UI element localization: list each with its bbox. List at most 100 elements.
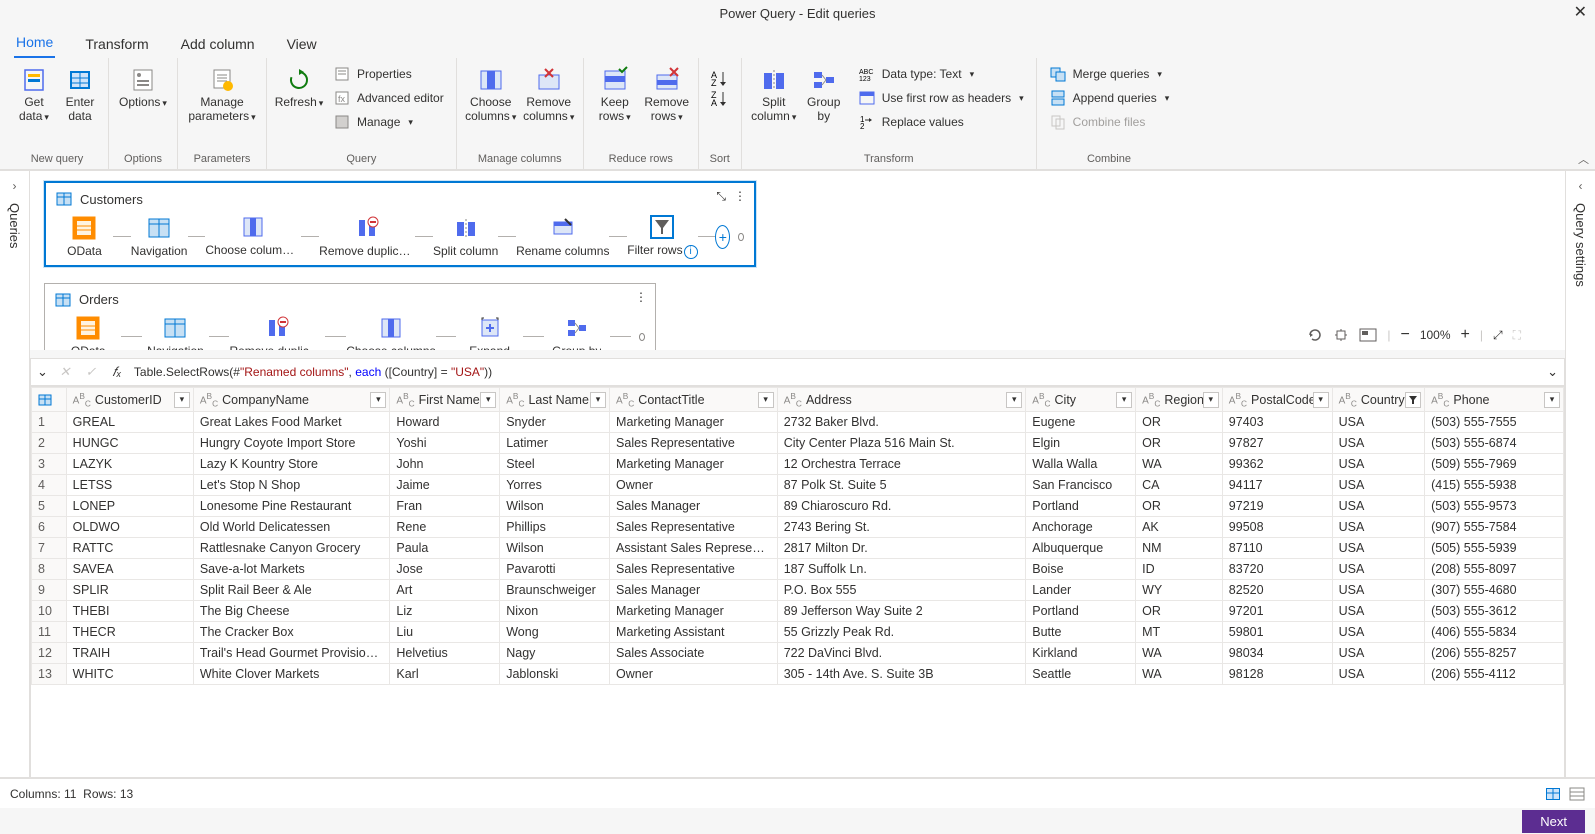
reset-view-button[interactable] xyxy=(1307,327,1323,343)
cell[interactable]: 305 - 14th Ave. S. Suite 3B xyxy=(777,664,1026,685)
cell[interactable]: Eugene xyxy=(1026,412,1136,433)
cell[interactable]: Wong xyxy=(500,622,610,643)
cell[interactable]: P.O. Box 555 xyxy=(777,580,1026,601)
cell[interactable]: Albuquerque xyxy=(1026,538,1136,559)
cell[interactable]: Latimer xyxy=(500,433,610,454)
cell[interactable]: Butte xyxy=(1026,622,1136,643)
cell[interactable]: TRAIH xyxy=(66,643,193,664)
window-close-button[interactable]: ✕ xyxy=(1574,2,1587,22)
cell[interactable]: USA xyxy=(1332,580,1424,601)
cell[interactable]: Snyder xyxy=(500,412,610,433)
cell[interactable]: USA xyxy=(1332,454,1424,475)
cell[interactable]: Walla Walla xyxy=(1026,454,1136,475)
minimize-diagram-button[interactable]: ⤢ xyxy=(1493,328,1503,343)
table-row[interactable]: 2HUNGCHungry Coyote Import StoreYoshiLat… xyxy=(32,433,1564,454)
step-odata[interactable]: OData xyxy=(55,316,121,351)
cell[interactable]: OR xyxy=(1136,412,1223,433)
group-by-button[interactable]: Group by xyxy=(802,62,846,151)
cell[interactable]: Wilson xyxy=(500,496,610,517)
properties-button[interactable]: Properties xyxy=(327,62,450,86)
step-navigation[interactable]: Navigation xyxy=(142,316,208,351)
replace-values-button[interactable]: 12Replace values xyxy=(852,110,1030,134)
cell[interactable]: Jose xyxy=(390,559,500,580)
table-row[interactable]: 13WHITCWhite Clover MarketsKarlJablonski… xyxy=(32,664,1564,685)
cell[interactable]: 82520 xyxy=(1222,580,1332,601)
tab-home[interactable]: Home xyxy=(14,28,55,58)
step-remove-duplicat-[interactable]: Remove duplicat… xyxy=(319,216,415,258)
table-row[interactable]: 10THEBIThe Big CheeseLizNixonMarketing M… xyxy=(32,601,1564,622)
cell[interactable]: 2817 Milton Dr. xyxy=(777,538,1026,559)
cell[interactable]: 97827 xyxy=(1222,433,1332,454)
cell[interactable]: GREAL xyxy=(66,412,193,433)
cell[interactable]: Kirkland xyxy=(1026,643,1136,664)
cell[interactable]: LAZYK xyxy=(66,454,193,475)
row-header-corner[interactable] xyxy=(32,388,67,412)
cell[interactable]: (206) 555-4112 xyxy=(1425,664,1564,685)
column-filter-button[interactable]: ▾ xyxy=(480,392,496,408)
cell[interactable]: OR xyxy=(1136,601,1223,622)
column-filter-button[interactable]: ▾ xyxy=(370,392,386,408)
cell[interactable]: CA xyxy=(1136,475,1223,496)
step-rename-columns[interactable]: Rename columns xyxy=(516,216,609,258)
cell[interactable]: WA xyxy=(1136,643,1223,664)
cell[interactable]: 55 Grizzly Peak Rd. xyxy=(777,622,1026,643)
table-row[interactable]: 1GREALGreat Lakes Food MarketHowardSnyde… xyxy=(32,412,1564,433)
cell[interactable]: WHITC xyxy=(66,664,193,685)
table-row[interactable]: 3LAZYKLazy K Kountry StoreJohnSteelMarke… xyxy=(32,454,1564,475)
cell[interactable]: (907) 555-7584 xyxy=(1425,517,1564,538)
cell[interactable]: Sales Associate xyxy=(610,643,778,664)
ribbon-collapse-button[interactable]: ︿ xyxy=(1578,151,1589,167)
cell[interactable]: 87 Polk St. Suite 5 xyxy=(777,475,1026,496)
cell[interactable]: Sales Representative xyxy=(610,433,778,454)
cell[interactable]: Karl xyxy=(390,664,500,685)
queries-panel-collapsed[interactable]: › Queries xyxy=(0,170,30,778)
step-remove-duplicat-[interactable]: Remove duplicat… xyxy=(229,316,325,351)
cell[interactable]: OR xyxy=(1136,433,1223,454)
cell[interactable]: 2732 Baker Blvd. xyxy=(777,412,1026,433)
table-row[interactable]: 8SAVEASave-a-lot MarketsJosePavarottiSal… xyxy=(32,559,1564,580)
cell[interactable]: Marketing Manager xyxy=(610,412,778,433)
cell[interactable]: Nagy xyxy=(500,643,610,664)
cell[interactable]: Owner xyxy=(610,475,778,496)
cell[interactable]: (208) 555-8097 xyxy=(1425,559,1564,580)
cell[interactable]: USA xyxy=(1332,538,1424,559)
cell[interactable]: 187 Suffolk Ln. xyxy=(777,559,1026,580)
fullscreen-step-button[interactable] xyxy=(1359,328,1377,342)
cell[interactable]: Rene xyxy=(390,517,500,538)
cell[interactable]: 12 Orchestra Terrace xyxy=(777,454,1026,475)
cell[interactable]: Marketing Assistant xyxy=(610,622,778,643)
cell[interactable]: Sales Manager xyxy=(610,496,778,517)
cell[interactable]: 97403 xyxy=(1222,412,1332,433)
cell[interactable]: Old World Delicatessen xyxy=(193,517,390,538)
cell[interactable]: RATTC xyxy=(66,538,193,559)
fit-button[interactable] xyxy=(1333,327,1349,343)
cell[interactable]: Sales Representative xyxy=(610,517,778,538)
cell[interactable]: LETSS xyxy=(66,475,193,496)
cell[interactable]: (503) 555-6874 xyxy=(1425,433,1564,454)
column-filter-button[interactable] xyxy=(1405,392,1421,408)
table-row[interactable]: 5LONEPLonesome Pine RestaurantFranWilson… xyxy=(32,496,1564,517)
tab-view[interactable]: View xyxy=(285,30,319,58)
cell[interactable]: SAVEA xyxy=(66,559,193,580)
cell[interactable]: 722 DaVinci Blvd. xyxy=(777,643,1026,664)
cell[interactable]: WA xyxy=(1136,664,1223,685)
schema-view-button[interactable] xyxy=(1569,787,1585,801)
cell[interactable]: Fran xyxy=(390,496,500,517)
cell[interactable]: Braunschweiger xyxy=(500,580,610,601)
next-button[interactable]: Next xyxy=(1522,810,1585,833)
cell[interactable]: Nixon xyxy=(500,601,610,622)
cell[interactable]: Anchorage xyxy=(1026,517,1136,538)
cell[interactable]: Split Rail Beer & Ale xyxy=(193,580,390,601)
cell[interactable]: AK xyxy=(1136,517,1223,538)
enter-data-button[interactable]: Enter data xyxy=(58,62,102,151)
cell[interactable]: 97219 xyxy=(1222,496,1332,517)
cell[interactable]: Sales Representative xyxy=(610,559,778,580)
cell[interactable]: THECR xyxy=(66,622,193,643)
step-choose-colum-[interactable]: Choose colum…i xyxy=(205,215,301,259)
cell[interactable]: Yoshi xyxy=(390,433,500,454)
cell[interactable]: THEBI xyxy=(66,601,193,622)
cell[interactable]: Hungry Coyote Import Store xyxy=(193,433,390,454)
cell[interactable]: The Cracker Box xyxy=(193,622,390,643)
column-filter-button[interactable]: ▾ xyxy=(1313,392,1329,408)
cell[interactable]: USA xyxy=(1332,601,1424,622)
